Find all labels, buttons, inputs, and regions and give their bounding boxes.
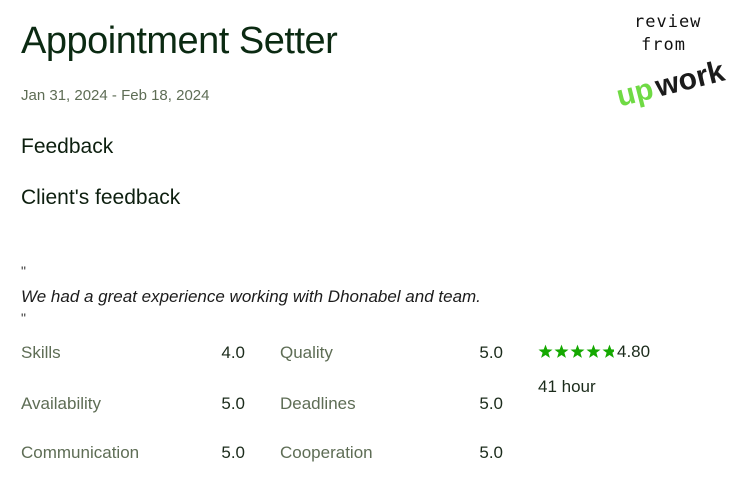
score-value-skills: 4.0 (221, 343, 245, 362)
job-title: Appointment Setter (21, 20, 338, 62)
feedback-heading: Feedback (21, 135, 114, 158)
svg-text:work: work (651, 55, 728, 104)
overall-rating: 4.80 (617, 342, 651, 361)
star-icon (538, 344, 553, 358)
score-label-communication: Communication (21, 443, 140, 462)
upwork-logo-icon: up work (613, 55, 728, 108)
review-text: We had a great experience working with D… (21, 287, 481, 306)
badge-review-text: review (634, 12, 702, 32)
star-icon (570, 344, 585, 358)
date-range: Jan 31, 2024 - Feb 18, 2024 (21, 87, 210, 104)
review-from-upwork-badge: review from up work (600, 8, 728, 108)
score-label-deadlines: Deadlines (280, 394, 356, 413)
score-label-availability: Availability (21, 394, 102, 413)
open-quote-mark: " (21, 263, 26, 279)
score-label-quality: Quality (280, 343, 333, 362)
star-icon (602, 344, 617, 358)
score-label-cooperation: Cooperation (280, 443, 373, 462)
hours-worked: 41 hour (538, 377, 596, 396)
star-icon (554, 344, 569, 358)
score-value-quality: 5.0 (479, 343, 503, 362)
score-value-cooperation: 5.0 (479, 443, 503, 462)
close-quote-mark: " (21, 310, 26, 326)
score-value-deadlines: 5.0 (479, 394, 503, 413)
score-label-skills: Skills (21, 343, 61, 362)
star-rating (538, 344, 617, 359)
client-feedback-heading: Client's feedback (21, 186, 181, 209)
score-value-communication: 5.0 (221, 443, 245, 462)
score-value-availability: 5.0 (221, 394, 245, 413)
svg-text:up: up (613, 72, 657, 108)
star-icon (586, 344, 601, 358)
